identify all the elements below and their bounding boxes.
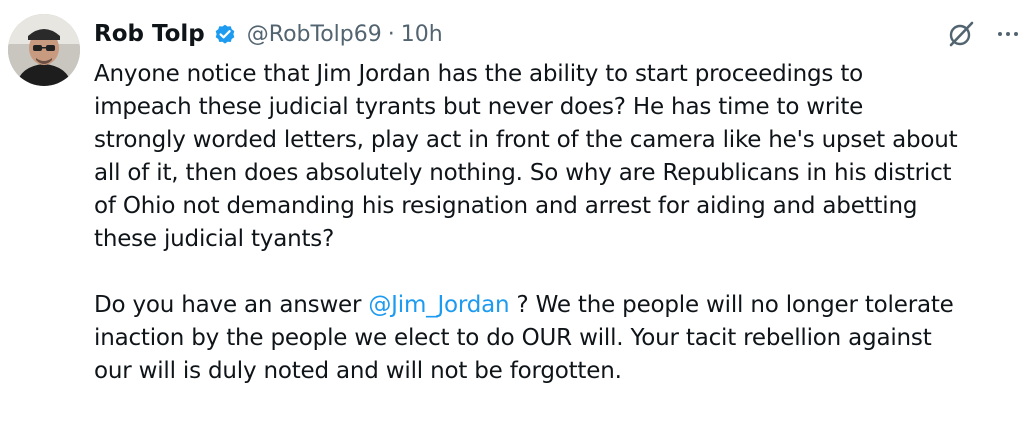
post-timestamp[interactable]: 10h: [401, 22, 443, 47]
post-line: inaction by the people we elect to do OU…: [94, 325, 932, 351]
tweet-actions: [946, 14, 1018, 54]
post-paragraph-1: Anyone notice that Jim Jordan has the ab…: [94, 58, 1022, 256]
post-line: strongly worded letters, play act in fro…: [94, 127, 958, 153]
post-text-segment: Do you have an answer: [94, 292, 369, 318]
post-paragraph-2: Do you have an answer @Jim_Jordan ? We t…: [94, 289, 1022, 388]
grok-icon[interactable]: [946, 19, 976, 49]
verified-badge-icon: [213, 22, 237, 46]
post-line: these judicial tyants?: [94, 226, 335, 252]
post-line: Do you have an answer @Jim_Jordan ? We t…: [94, 289, 1022, 322]
post-text-segment: ? We the people will no longer tolerate: [509, 292, 954, 318]
post-line: Anyone notice that Jim Jordan has the ab…: [94, 61, 864, 87]
mention-link[interactable]: @Jim_Jordan: [368, 292, 509, 318]
tweet-header: Rob Tolp @RobTolp69 · 10h: [94, 14, 443, 54]
author-handle[interactable]: @RobTolp69: [247, 22, 382, 47]
tweet-text: Anyone notice that Jim Jordan has the ab…: [94, 58, 1022, 388]
author-display-name[interactable]: Rob Tolp: [94, 21, 205, 47]
post-line: our will is duly noted and will not be f…: [94, 358, 622, 384]
more-options-icon[interactable]: [998, 32, 1018, 36]
separator-dot: ·: [387, 21, 395, 47]
tweet-card: Rob Tolp @RobTolp69 · 10h Anyone notice …: [0, 0, 1024, 422]
avatar[interactable]: [8, 14, 80, 86]
post-line: impeach these judicial tyrants but never…: [94, 94, 864, 120]
post-line: all of it, then does absolutely nothing.…: [94, 160, 952, 186]
post-line: of Ohio not demanding his resignation an…: [94, 193, 918, 219]
